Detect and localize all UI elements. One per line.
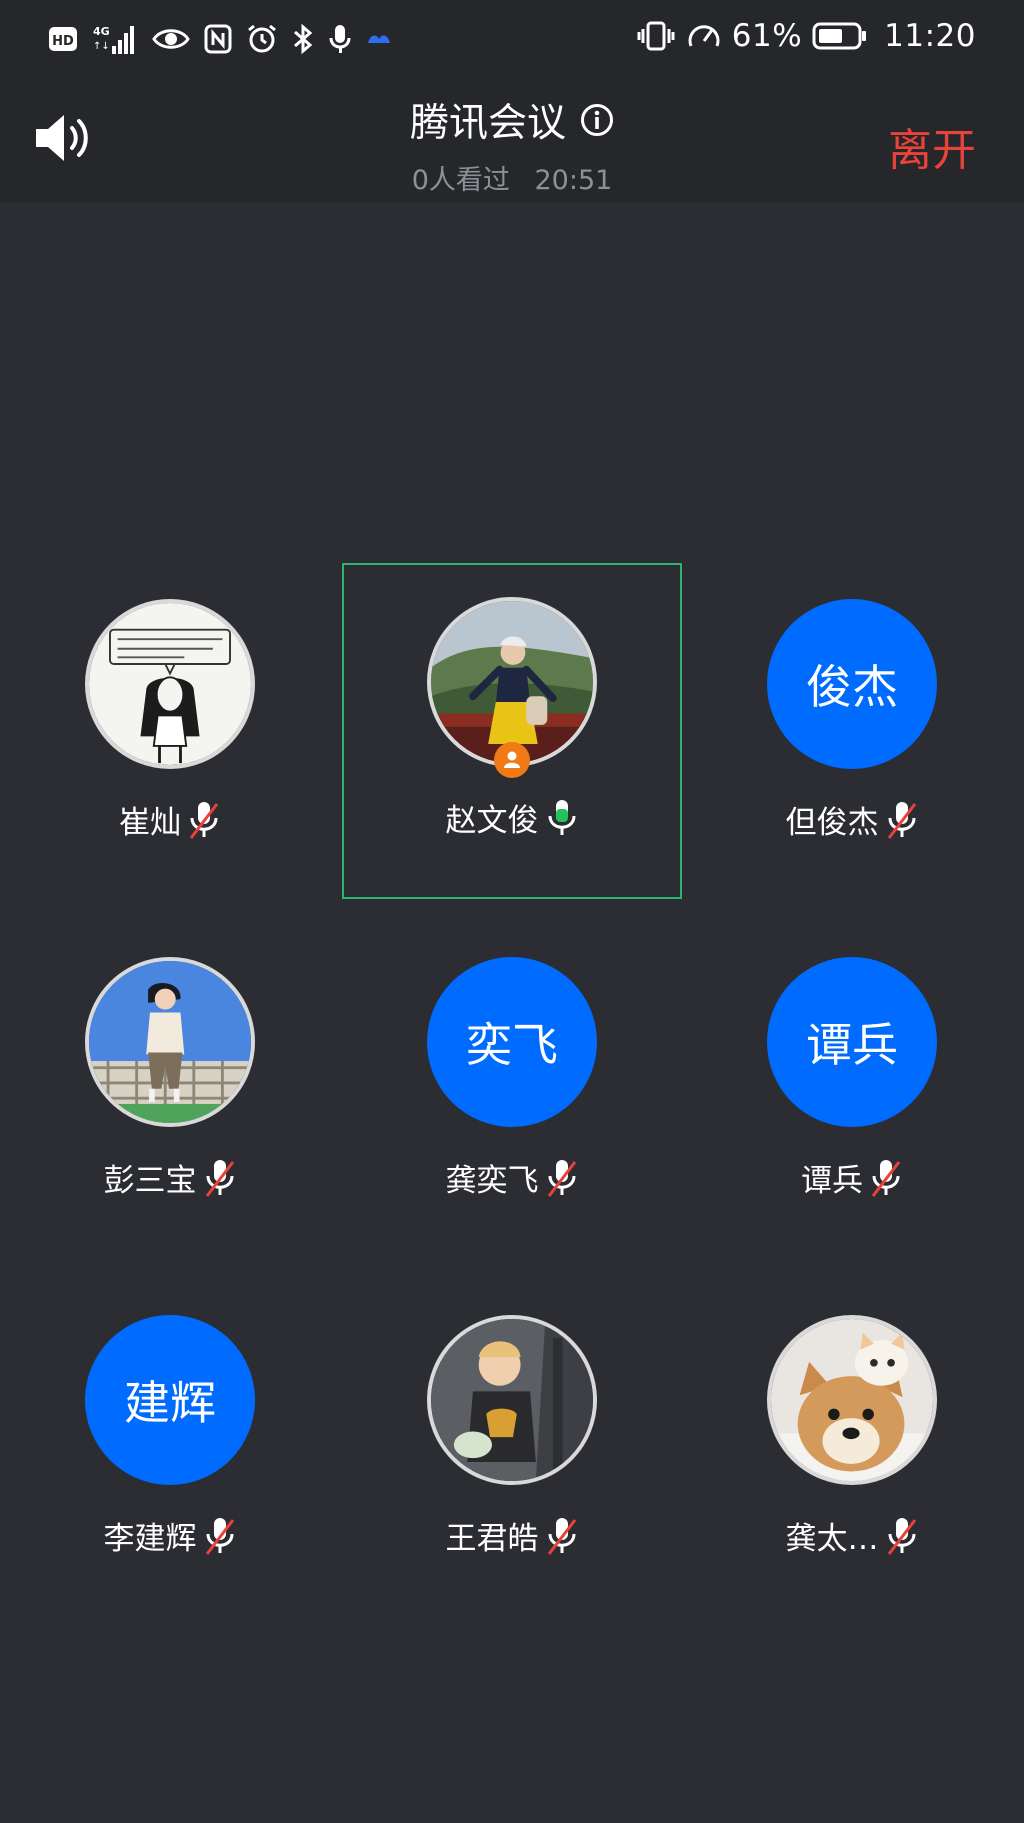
- participant-name: 龚奕飞: [445, 1163, 539, 1199]
- host-icon: [504, 751, 520, 768]
- participant-tile[interactable]: 彭三宝: [0, 923, 340, 1259]
- mic-muted-icon: [871, 1159, 901, 1197]
- participant-grid: 崔灿 赵文俊 俊杰 但俊杰 彭三宝 奕飞 龚奕飞 谭兵 谭兵 建辉 李建辉 王君…: [0, 0, 1024, 1823]
- participant-tile[interactable]: 崔灿: [0, 565, 340, 901]
- participant-name: 崔灿: [119, 805, 181, 841]
- participant-avatar: [427, 1315, 597, 1485]
- participant-tile[interactable]: 谭兵 谭兵: [682, 923, 1022, 1259]
- participant-tile-active-speaker[interactable]: 赵文俊: [342, 563, 682, 899]
- avatar-child-image: [431, 1319, 593, 1481]
- participant-initials-avatar: 奕飞: [427, 957, 597, 1127]
- mic-active-icon: [548, 799, 575, 835]
- participant-tile[interactable]: 王君皓: [342, 1281, 682, 1617]
- participant-name: 龚太…: [785, 1521, 879, 1557]
- host-badge: [494, 742, 530, 778]
- participant-name: 彭三宝: [103, 1163, 197, 1199]
- participant-name: 但俊杰: [785, 805, 879, 841]
- avatar-dog-cat-image: [771, 1319, 933, 1481]
- participant-name: 王君皓: [445, 1521, 539, 1557]
- participant-name: 赵文俊: [445, 803, 539, 839]
- mic-muted-icon: [887, 801, 916, 839]
- participant-tile[interactable]: 建辉 李建辉: [0, 1281, 340, 1617]
- participant-initials-avatar: 谭兵: [767, 957, 937, 1127]
- participant-initials-avatar: 建辉: [85, 1315, 255, 1485]
- participant-avatar: [85, 599, 255, 769]
- participant-tile[interactable]: 龚太…: [682, 1281, 1022, 1617]
- avatar-illustration-image: [89, 961, 251, 1123]
- mic-muted-icon: [189, 801, 219, 839]
- participant-tile[interactable]: 俊杰 但俊杰: [682, 565, 1022, 901]
- mic-muted-icon: [547, 1517, 576, 1555]
- participant-name: 谭兵: [801, 1163, 863, 1199]
- participant-avatar: [85, 957, 255, 1127]
- mic-muted-icon: [205, 1159, 234, 1197]
- mic-muted-icon: [887, 1517, 916, 1555]
- mic-muted-icon: [205, 1517, 234, 1555]
- participant-name: 李建辉: [103, 1521, 197, 1557]
- avatar-landscape-image: [431, 601, 593, 763]
- participant-initials-avatar: 俊杰: [767, 599, 937, 769]
- avatar-sketch-image: [89, 603, 251, 765]
- participant-avatar: [767, 1315, 937, 1485]
- mic-muted-icon: [547, 1159, 576, 1197]
- participant-tile[interactable]: 奕飞 龚奕飞: [342, 923, 682, 1259]
